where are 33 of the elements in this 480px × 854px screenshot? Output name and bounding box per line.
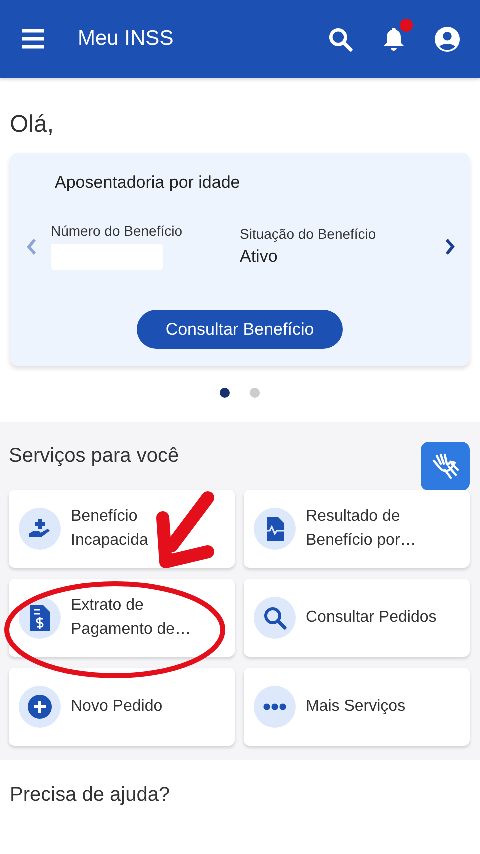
section-title: Serviços para você bbox=[9, 445, 180, 468]
service-label: Benefício Incapacida bbox=[71, 507, 148, 551]
carousel-dot[interactable] bbox=[220, 388, 230, 398]
benefit-number-label: Número do Benefício bbox=[51, 223, 184, 239]
service-label: Mais Serviços bbox=[306, 697, 406, 717]
service-card[interactable]: Extrato de Pagamento de… bbox=[9, 579, 235, 657]
app-title: Meu INSS bbox=[78, 27, 175, 51]
service-label: Novo Pedido bbox=[71, 697, 163, 717]
plus-icon bbox=[28, 695, 52, 719]
benefit-title: Aposentadoria por idade bbox=[55, 173, 240, 193]
service-card[interactable]: Resultado de Benefício por… bbox=[244, 490, 470, 568]
benefit-status-label: Situação do Benefício bbox=[240, 226, 378, 242]
service-card[interactable]: Novo Pedido bbox=[9, 668, 235, 746]
consult-benefit-button[interactable]: Consultar Benefício bbox=[136, 310, 344, 349]
benefit-status-value: Ativo bbox=[240, 247, 279, 267]
service-label: Extrato de Pagamento de… bbox=[71, 596, 192, 640]
service-card[interactable]: Mais Serviços bbox=[244, 668, 470, 746]
search-icon bbox=[263, 606, 287, 630]
notification-bell-icon[interactable] bbox=[383, 27, 405, 51]
account-icon[interactable] bbox=[435, 26, 460, 52]
service-label: Resultado de Benefício por… bbox=[306, 507, 416, 551]
service-card[interactable]: Consultar Pedidos bbox=[244, 579, 470, 657]
help-title: Precisa de ajuda? bbox=[9, 783, 172, 808]
receipt-icon bbox=[30, 605, 50, 631]
document-icon bbox=[264, 517, 286, 541]
greeting: Olá, bbox=[9, 110, 56, 140]
more-icon bbox=[263, 703, 287, 711]
sign-language-button[interactable] bbox=[421, 442, 470, 491]
service-label: Consultar Pedidos bbox=[306, 608, 437, 628]
carousel-dot[interactable] bbox=[250, 388, 260, 398]
search-icon[interactable] bbox=[328, 26, 353, 52]
menu-icon[interactable] bbox=[22, 29, 44, 49]
sign-language-icon bbox=[430, 452, 460, 482]
